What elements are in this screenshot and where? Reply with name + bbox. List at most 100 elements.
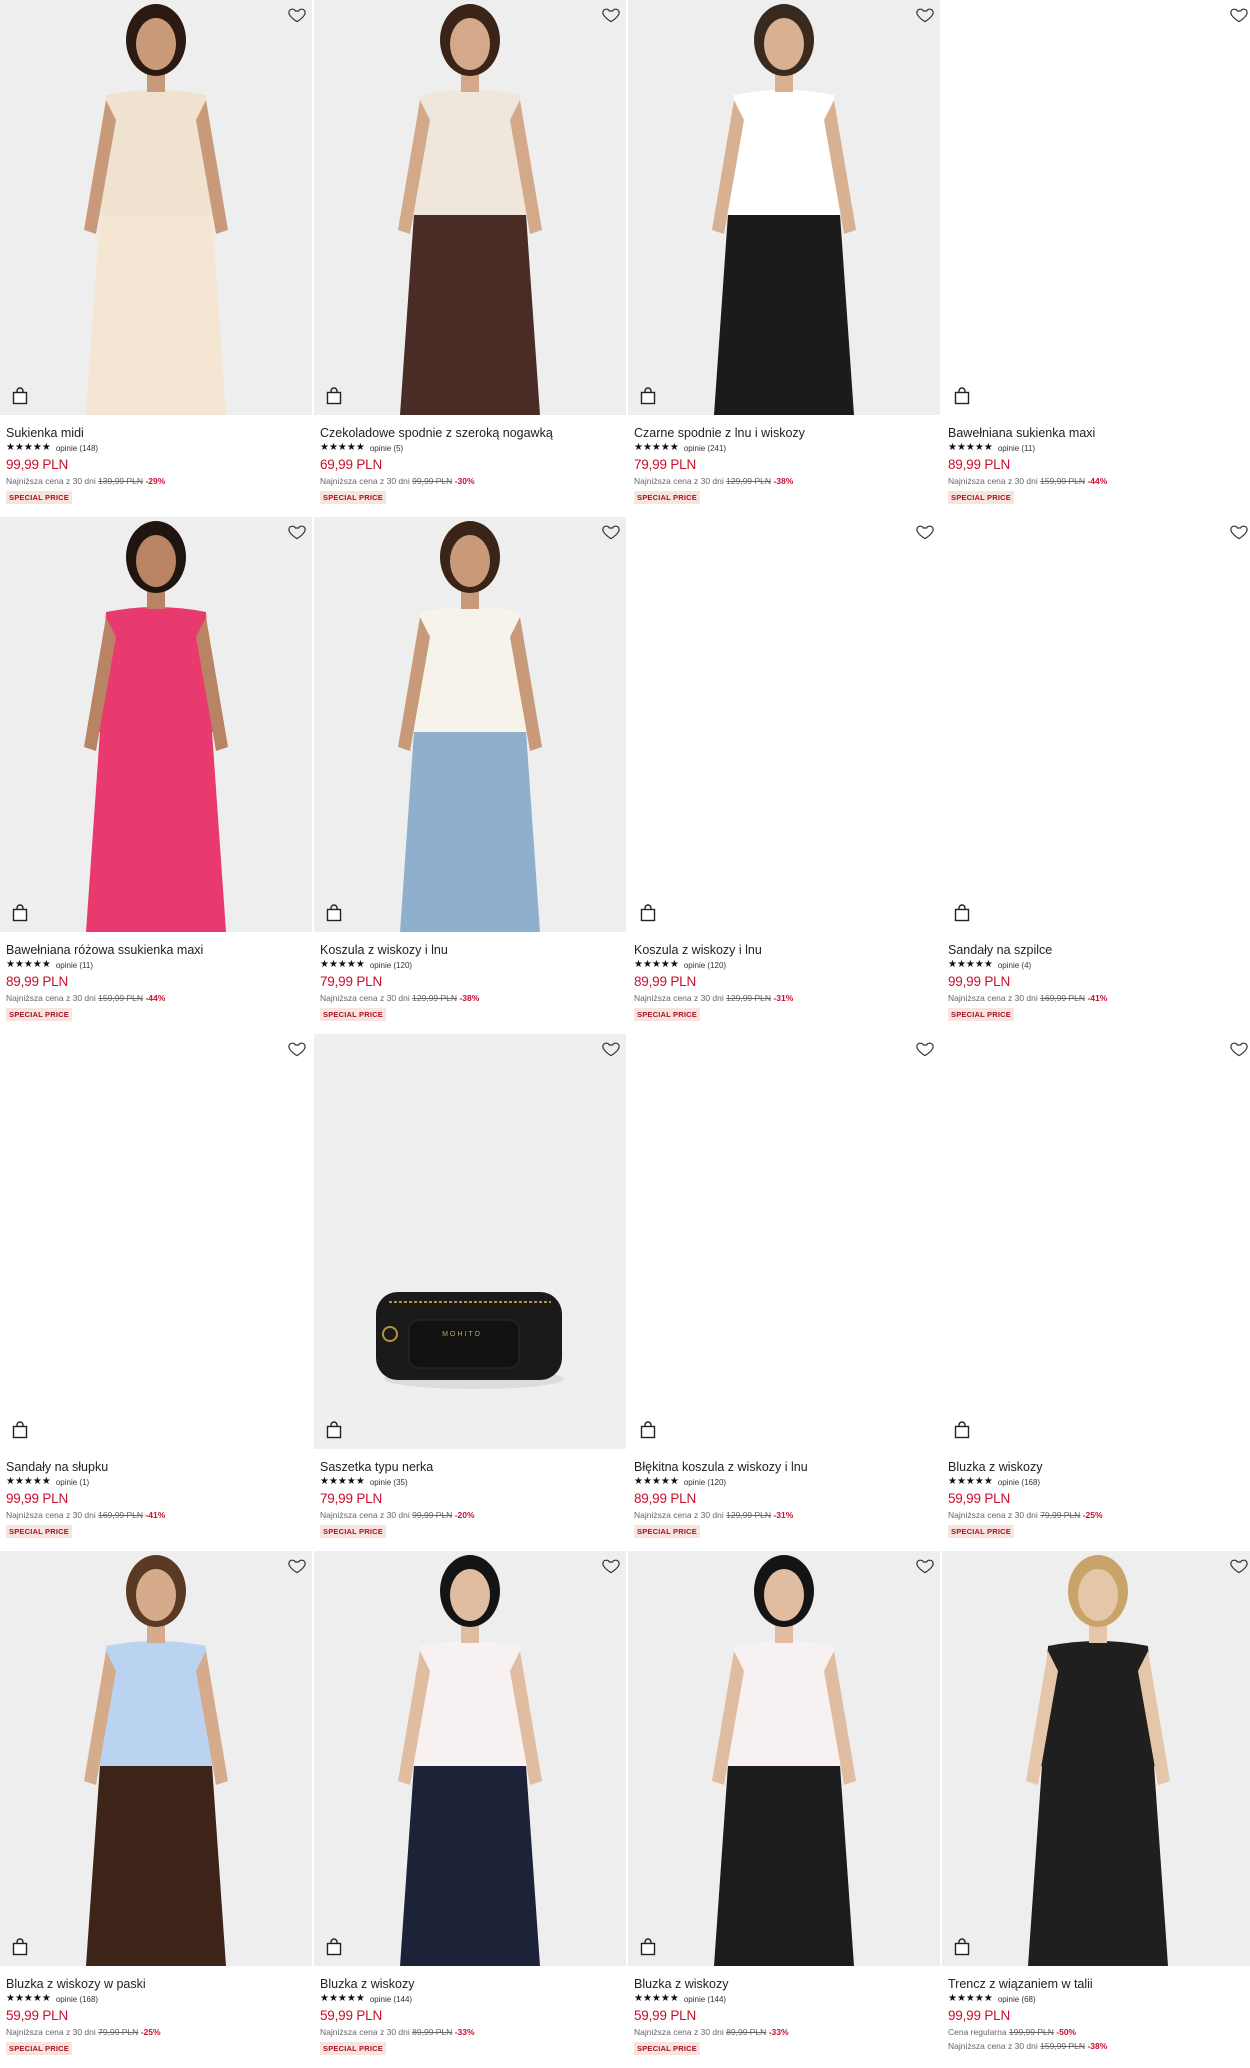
product-card[interactable]: Bawełniana sukienka maxi ★★★★★ opinie (11)… xyxy=(942,0,1250,517)
shopping-bag-icon[interactable] xyxy=(12,387,28,405)
product-name[interactable]: Bluzka z wiskozy xyxy=(320,1976,620,1992)
shopping-bag-icon[interactable] xyxy=(326,387,342,405)
heart-icon[interactable] xyxy=(601,1039,621,1059)
review-count[interactable]: opinie (120) xyxy=(370,961,412,970)
heart-icon[interactable] xyxy=(1229,1039,1249,1059)
model-top-garment xyxy=(726,1641,842,1766)
shopping-bag-icon[interactable] xyxy=(12,1421,28,1439)
heart-icon[interactable] xyxy=(1229,5,1249,25)
product-name[interactable]: Koszula z wiskozy i lnu xyxy=(634,942,934,958)
old-price: 129,99 PLN xyxy=(412,993,458,1003)
product-image[interactable] xyxy=(628,0,940,415)
shopping-bag-icon[interactable] xyxy=(326,904,342,922)
product-name[interactable]: Bluzka z wiskozy xyxy=(634,1976,934,1992)
product-image[interactable] xyxy=(628,517,940,932)
product-card[interactable]: Bluzka z wiskozy ★★★★★ opinie (144) 59,99 P… xyxy=(628,1551,940,2068)
product-card[interactable]: Sukienka midi ★★★★★ opinie (148) 99,99 PLN N… xyxy=(0,0,312,517)
review-count[interactable]: opinie (35) xyxy=(370,1478,408,1487)
review-count[interactable]: opinie (68) xyxy=(998,1995,1036,2004)
product-name[interactable]: Bluzka z wiskozy xyxy=(948,1459,1248,1475)
review-count[interactable]: opinie (241) xyxy=(684,444,726,453)
product-image[interactable] xyxy=(628,1034,940,1449)
product-name[interactable]: Bawełniana sukienka maxi xyxy=(948,425,1248,441)
old-price: 89,99 PLN xyxy=(726,2027,767,2037)
product-name[interactable]: Błękitna koszula z wiskozy i lnu xyxy=(634,1459,934,1475)
product-card[interactable]: Trencz z wiązaniem w talii ★★★★★ opinie (6… xyxy=(942,1551,1250,2068)
heart-icon[interactable] xyxy=(601,5,621,25)
product-card[interactable]: Sandały na szpilce ★★★★★ opinie (4) 99,99 P… xyxy=(942,517,1250,1034)
heart-icon[interactable] xyxy=(601,522,621,542)
product-name[interactable]: Bluzka z wiskozy w paski xyxy=(6,1976,306,1992)
product-image[interactable] xyxy=(0,0,312,415)
shopping-bag-icon[interactable] xyxy=(640,1421,656,1439)
shopping-bag-icon[interactable] xyxy=(326,1421,342,1439)
review-count[interactable]: opinie (11) xyxy=(56,961,93,970)
heart-icon[interactable] xyxy=(915,1556,935,1576)
heart-icon[interactable] xyxy=(287,5,307,25)
shopping-bag-icon[interactable] xyxy=(954,1421,970,1439)
product-image[interactable] xyxy=(942,517,1250,932)
shopping-bag-icon[interactable] xyxy=(954,1938,970,1956)
product-name[interactable]: Sandały na słupku xyxy=(6,1459,306,1475)
shopping-bag-icon[interactable] xyxy=(326,1938,342,1956)
product-image[interactable] xyxy=(314,517,626,932)
product-card[interactable]: Bawełniana różowa ssukienka maxi ★★★★★ opi… xyxy=(0,517,312,1034)
shopping-bag-icon[interactable] xyxy=(12,1938,28,1956)
product-card[interactable]: Koszula z wiskozy i lnu ★★★★★ opinie (120)… xyxy=(314,517,626,1034)
shopping-bag-icon[interactable] xyxy=(640,904,656,922)
product-name[interactable]: Trencz z wiązaniem w talii xyxy=(948,1976,1248,1992)
product-card[interactable]: Koszula z wiskozy i lnu ★★★★★ opinie (120)… xyxy=(628,517,940,1034)
shopping-bag-icon[interactable] xyxy=(954,387,970,405)
product-name[interactable]: Czekoladowe spodnie z szeroką nogawką xyxy=(320,425,620,441)
product-card[interactable]: Bluzka z wiskozy ★★★★★ opinie (144) 59,99 P… xyxy=(314,1551,626,2068)
product-image[interactable] xyxy=(314,1551,626,1966)
heart-icon[interactable] xyxy=(915,522,935,542)
product-card[interactable]: Bluzka z wiskozy ★★★★★ opinie (168) 59,99 P… xyxy=(942,1034,1250,1551)
product-name[interactable]: Czarne spodnie z lnu i wiskozy xyxy=(634,425,934,441)
product-image[interactable] xyxy=(0,1551,312,1966)
shopping-bag-icon[interactable] xyxy=(954,904,970,922)
product-image[interactable] xyxy=(628,1551,940,1966)
old-price: 99,99 PLN xyxy=(412,1510,453,1520)
product-name[interactable]: Saszetka typu nerka xyxy=(320,1459,620,1475)
review-count[interactable]: opinie (168) xyxy=(998,1478,1040,1487)
product-image[interactable] xyxy=(942,1034,1250,1449)
review-count[interactable]: opinie (11) xyxy=(998,444,1035,453)
heart-icon[interactable] xyxy=(915,1039,935,1059)
product-name[interactable]: Sukienka midi xyxy=(6,425,306,441)
product-card[interactable]: Czarne spodnie z lnu i wiskozy ★★★★★ opini… xyxy=(628,0,940,517)
product-image[interactable] xyxy=(0,1034,312,1449)
review-count[interactable]: opinie (5) xyxy=(370,444,403,453)
product-card[interactable]: Sandały na słupku ★★★★★ opinie (1) 99,99 PL… xyxy=(0,1034,312,1551)
review-count[interactable]: opinie (148) xyxy=(56,444,98,453)
product-image[interactable] xyxy=(942,0,1250,415)
review-count[interactable]: opinie (144) xyxy=(684,1995,726,2004)
review-count[interactable]: opinie (144) xyxy=(370,1995,412,2004)
heart-icon[interactable] xyxy=(915,5,935,25)
product-card[interactable]: Błękitna koszula z wiskozy i lnu ★★★★★ opi… xyxy=(628,1034,940,1551)
product-card[interactable]: MOHITO Saszetka typu nerka ★★★★★ opinie (35… xyxy=(314,1034,626,1551)
review-count[interactable]: opinie (4) xyxy=(998,961,1031,970)
product-card[interactable]: Bluzka z wiskozy w paski ★★★★★ opinie (168… xyxy=(0,1551,312,2068)
shopping-bag-icon[interactable] xyxy=(640,387,656,405)
product-image[interactable] xyxy=(314,0,626,415)
product-name[interactable]: Bawełniana różowa ssukienka maxi xyxy=(6,942,306,958)
heart-icon[interactable] xyxy=(1229,1556,1249,1576)
heart-icon[interactable] xyxy=(287,522,307,542)
review-count[interactable]: opinie (168) xyxy=(56,1995,98,2004)
shopping-bag-icon[interactable] xyxy=(640,1938,656,1956)
product-image[interactable] xyxy=(0,517,312,932)
review-count[interactable]: opinie (1) xyxy=(56,1478,89,1487)
heart-icon[interactable] xyxy=(601,1556,621,1576)
review-count[interactable]: opinie (120) xyxy=(684,961,726,970)
shopping-bag-icon[interactable] xyxy=(12,904,28,922)
review-count[interactable]: opinie (120) xyxy=(684,1478,726,1487)
product-name[interactable]: Sandały na szpilce xyxy=(948,942,1248,958)
heart-icon[interactable] xyxy=(1229,522,1249,542)
heart-icon[interactable] xyxy=(287,1039,307,1059)
product-image[interactable] xyxy=(942,1551,1250,1966)
product-card[interactable]: Czekoladowe spodnie z szeroką nogawką ★★★… xyxy=(314,0,626,517)
product-name[interactable]: Koszula z wiskozy i lnu xyxy=(320,942,620,958)
product-image[interactable]: MOHITO xyxy=(314,1034,626,1449)
heart-icon[interactable] xyxy=(287,1556,307,1576)
